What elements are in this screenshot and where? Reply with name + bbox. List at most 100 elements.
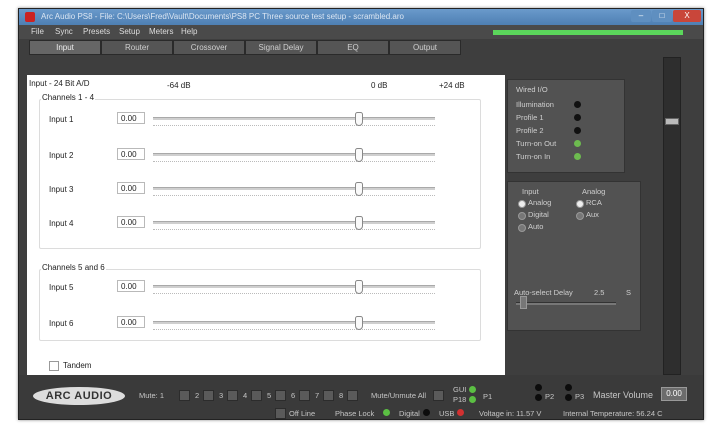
slider-thumb[interactable]: [355, 316, 363, 330]
slider-ticks: [153, 289, 435, 294]
analog-column-title: Analog: [582, 187, 606, 196]
usb-led: [457, 409, 464, 416]
analog-rca-label: RCA: [586, 198, 602, 207]
tandem-label: Tandem: [63, 361, 92, 370]
tab-input[interactable]: Input: [29, 40, 101, 55]
menu-sync[interactable]: Sync: [55, 27, 73, 36]
phase-lock-led: [383, 409, 390, 416]
mute-ch5-checkbox[interactable]: [275, 390, 286, 401]
menu-meters[interactable]: Meters: [149, 27, 173, 36]
input-analog-label: Analog: [528, 198, 552, 207]
gui-label: GUI: [453, 385, 467, 394]
sync-progress-bar: [493, 30, 683, 35]
slider-thumb[interactable]: [355, 216, 363, 230]
mute-ch3-checkbox[interactable]: [227, 390, 238, 401]
temperature-readout: Internal Temperature: 56.24 C: [563, 409, 663, 418]
title-bar: Arc Audio PS8 - File: C:\Users\Fred\Vaul…: [19, 9, 703, 25]
menu-file[interactable]: File: [31, 27, 44, 36]
maximize-button[interactable]: □: [652, 10, 672, 22]
autoselect-delay-unit: S: [626, 288, 632, 297]
input-4-gain-field[interactable]: 0.00: [117, 216, 145, 228]
slider-thumb[interactable]: [355, 182, 363, 196]
mute-ch8-checkbox[interactable]: [347, 390, 358, 401]
input-2-slider[interactable]: [153, 148, 435, 166]
mute-ch5-label: 5: [267, 391, 272, 400]
menu-setup[interactable]: Setup: [119, 27, 140, 36]
master-volume-thumb[interactable]: [665, 118, 679, 125]
slider-thumb[interactable]: [355, 280, 363, 294]
slider-thumb[interactable]: [355, 148, 363, 162]
input-column-title: Input: [522, 187, 539, 196]
menu-presets[interactable]: Presets: [83, 27, 110, 36]
input-auto-label: Auto: [528, 222, 544, 231]
wired-io-panel: Wired I/O Illumination Profile 1 Profile…: [507, 79, 625, 173]
input-5-slider[interactable]: [153, 280, 435, 298]
slider-track: [153, 153, 435, 156]
input-6-label: Input 6: [49, 319, 74, 328]
autoselect-delay-value[interactable]: 2.5: [594, 288, 604, 297]
scale-low-label: -64 dB: [167, 81, 191, 90]
mute-ch6-checkbox[interactable]: [299, 390, 310, 401]
input-panel: Input - 24 Bit A/D -64 dB 0 dB +24 dB Ch…: [27, 75, 505, 377]
input-3-gain-field[interactable]: 0.00: [117, 182, 145, 194]
input-6-gain-field[interactable]: 0.00: [117, 316, 145, 328]
tab-output[interactable]: Output: [389, 40, 461, 55]
analog-rca-radio[interactable]: [576, 200, 584, 208]
slider-thumb[interactable]: [355, 112, 363, 126]
input-auto-radio[interactable]: [518, 224, 526, 232]
mute-ch7-checkbox[interactable]: [323, 390, 334, 401]
mute-ch6-label: 6: [291, 391, 296, 400]
input-select-panel: Input Analog Analog Digital Auto RCA Aux…: [507, 181, 641, 331]
master-volume-field[interactable]: 0.00: [661, 387, 687, 401]
arc-audio-logo: ARC AUDIO: [33, 387, 125, 405]
mute-ch3-label: 3: [219, 391, 224, 400]
turn-on-out-led: [574, 140, 581, 147]
tandem-checkbox[interactable]: [49, 361, 59, 371]
offline-checkbox[interactable]: [275, 408, 286, 419]
tab-crossover[interactable]: Crossover: [173, 40, 245, 55]
slider-track: [153, 221, 435, 224]
p1-led-2: [535, 394, 542, 401]
autoselect-delay-slider-thumb[interactable]: [520, 296, 527, 309]
panel-title: Input - 24 Bit A/D: [29, 79, 90, 88]
analog-aux-radio[interactable]: [576, 212, 584, 220]
slider-track: [153, 285, 435, 288]
tab-eq[interactable]: EQ: [317, 40, 389, 55]
tab-signal-delay[interactable]: Signal Delay: [245, 40, 317, 55]
input-2-label: Input 2: [49, 151, 74, 160]
master-volume-slider[interactable]: [663, 57, 681, 375]
close-button[interactable]: X: [673, 10, 701, 22]
window-title: Arc Audio PS8 - File: C:\Users\Fred\Vaul…: [41, 12, 404, 21]
input-5-label: Input 5: [49, 283, 74, 292]
scale-high-label: +24 dB: [439, 81, 465, 90]
channels-5-6-label: Channels 5 and 6: [41, 263, 106, 272]
input-4-label: Input 4: [49, 219, 74, 228]
input-digital-radio[interactable]: [518, 212, 526, 220]
mute-unmute-all-checkbox[interactable]: [433, 390, 444, 401]
p1-led: [535, 384, 542, 391]
input-1-gain-field[interactable]: 0.00: [117, 112, 145, 124]
input-5-gain-field[interactable]: 0.00: [117, 280, 145, 292]
sync-progress-fill: [493, 30, 683, 35]
channels-1-4-label: Channels 1 - 4: [41, 93, 96, 102]
input-6-slider[interactable]: [153, 316, 435, 334]
scale-mid-label: 0 dB: [371, 81, 388, 90]
app-icon: [25, 12, 35, 22]
mute-ch2-checkbox[interactable]: [203, 390, 214, 401]
input-analog-radio[interactable]: [518, 200, 526, 208]
mute-unmute-all-label: Mute/Unmute All: [371, 391, 427, 400]
digital-led: [423, 409, 430, 416]
mute-ch1-checkbox[interactable]: [179, 390, 190, 401]
tab-router[interactable]: Router: [101, 40, 173, 55]
minimize-button[interactable]: –: [631, 10, 651, 22]
profile-2-led: [574, 127, 581, 134]
mute-ch4-checkbox[interactable]: [251, 390, 262, 401]
mute-ch4-label: 4: [243, 391, 248, 400]
input-2-gain-field[interactable]: 0.00: [117, 148, 145, 160]
input-3-slider[interactable]: [153, 182, 435, 200]
autoselect-delay-slider[interactable]: [516, 302, 616, 305]
menu-help[interactable]: Help: [181, 27, 197, 36]
input-4-slider[interactable]: [153, 216, 435, 234]
input-1-slider[interactable]: [153, 112, 435, 130]
mute-ch7-label: 7: [315, 391, 320, 400]
